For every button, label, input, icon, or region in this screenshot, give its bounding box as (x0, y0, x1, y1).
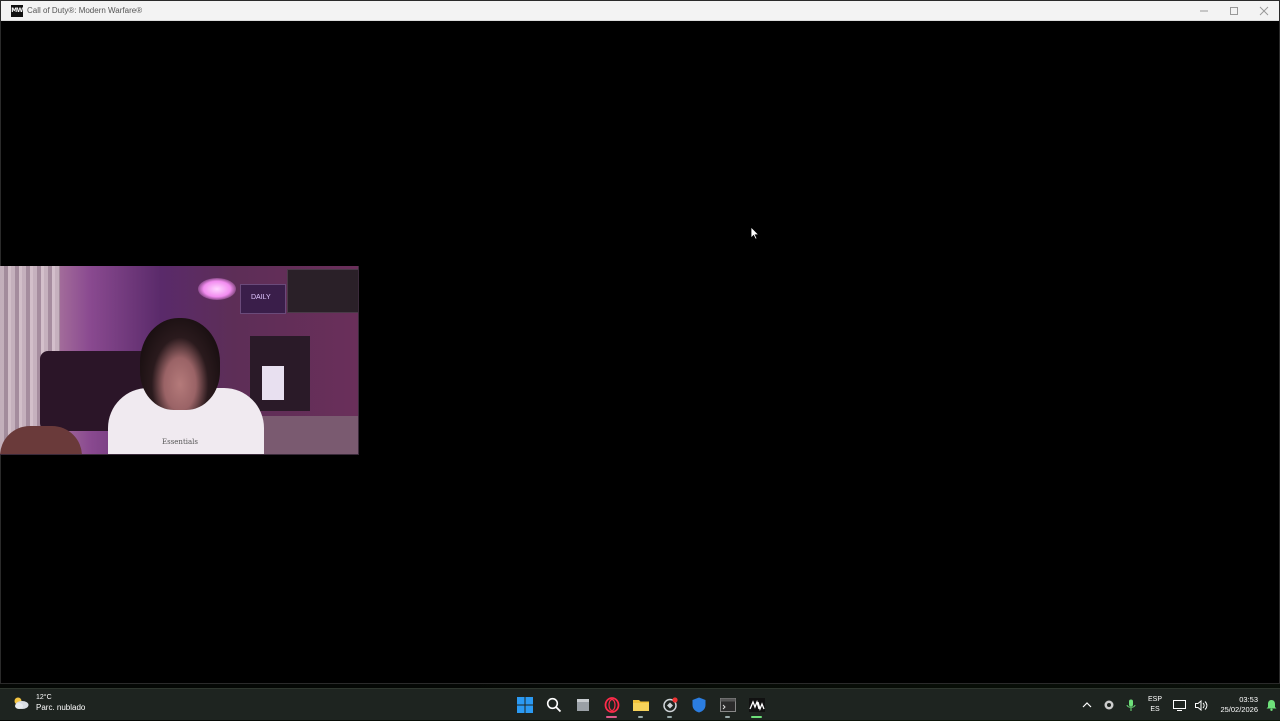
language-code: ESP (1147, 696, 1162, 703)
taskbar-app-security[interactable] (684, 691, 713, 719)
mouse-cursor-icon (750, 226, 760, 240)
taskbar-app-window[interactable] (568, 691, 597, 719)
volume-button[interactable] (1190, 689, 1212, 721)
maximize-button[interactable] (1219, 1, 1249, 21)
taskbar-apps (510, 691, 771, 719)
close-icon (1259, 6, 1269, 16)
poster-text: DAILY (251, 294, 271, 301)
webcam-lamp (198, 278, 236, 300)
system-tray: ESP ES 03:53 25/02/2026 (1076, 689, 1280, 721)
taskbar-app-terminal[interactable] (713, 691, 742, 719)
taskbar-app-opera[interactable] (597, 691, 626, 719)
clock-time: 03:53 (1239, 695, 1258, 704)
clock-date: 25/02/2026 (1220, 705, 1258, 714)
terminal-icon (719, 698, 736, 712)
microphone-icon (1126, 699, 1136, 711)
taskbar: 12°C Parc. nublado ESP ES 03:53 25/02/20… (0, 688, 1280, 720)
tray-app-icon[interactable] (1098, 689, 1120, 721)
network-button[interactable] (1168, 689, 1190, 721)
weather-widget[interactable]: 12°C Parc. nublado (12, 693, 85, 713)
taskbar-app-file-explorer[interactable] (626, 691, 655, 719)
mw-app-icon: MW (11, 4, 23, 17)
show-hidden-icons-button[interactable] (1076, 689, 1098, 721)
language-indicator[interactable]: ESP ES (1142, 695, 1168, 715)
clock[interactable]: 03:53 25/02/2026 (1212, 695, 1258, 715)
window-title: Call of Duty®: Modern Warfare® (27, 6, 143, 15)
taskbar-app-badge[interactable] (655, 691, 684, 719)
search-button[interactable] (539, 691, 568, 719)
microphone-button[interactable] (1120, 689, 1142, 721)
speaker-icon (1194, 699, 1207, 711)
mw-icon (748, 698, 765, 712)
cloud-sync-icon (1104, 700, 1114, 710)
notifications-button[interactable] (1262, 689, 1280, 721)
partly-cloudy-icon (14, 697, 29, 709)
webcam-shelf (250, 336, 310, 411)
search-icon (546, 697, 561, 713)
opera-icon (604, 697, 619, 713)
taskbar-app-modern-warfare[interactable] (742, 691, 771, 719)
bell-icon (1266, 700, 1276, 711)
window-icon (576, 699, 589, 711)
webcam-person-head (140, 318, 220, 410)
maximize-icon (1230, 7, 1238, 15)
webcam-poster-daily: DAILY (240, 284, 286, 314)
shield-icon (692, 697, 705, 713)
window-controls (1189, 1, 1279, 21)
keyboard-layout: ES (1150, 706, 1160, 713)
webcam-overlay: DAILY Essentials (0, 266, 359, 455)
shirt-text: Essentials (162, 438, 199, 446)
spark-icon (662, 697, 678, 713)
start-button[interactable] (510, 691, 539, 719)
minimize-icon (1200, 10, 1208, 12)
chevron-up-icon (1082, 702, 1092, 708)
webcam-poster-painting (287, 269, 358, 313)
folder-icon (632, 700, 649, 711)
network-icon (1172, 699, 1186, 711)
weather-temperature: 12°C (36, 694, 52, 701)
weather-condition: Parc. nublado (36, 703, 86, 712)
webcam-floor (260, 416, 358, 454)
minimize-button[interactable] (1189, 1, 1219, 21)
window-titlebar[interactable]: MW Call of Duty®: Modern Warfare® (1, 1, 1279, 21)
close-button[interactable] (1249, 1, 1279, 21)
windows-start-icon (516, 697, 533, 713)
